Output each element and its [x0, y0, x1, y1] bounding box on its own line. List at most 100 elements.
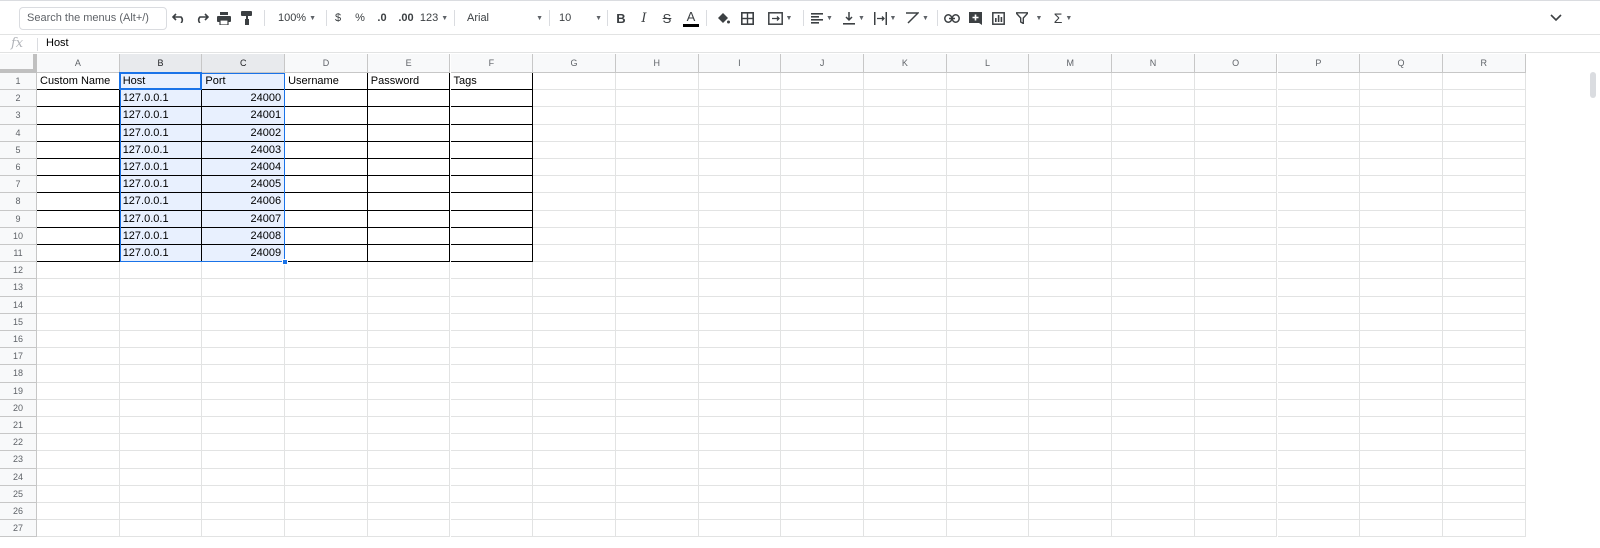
row-header-13[interactable]: 13	[0, 279, 37, 297]
row-header-18[interactable]: 18	[0, 365, 37, 383]
cell-b9[interactable]: 127.0.0.1	[119, 210, 203, 228]
cell-l9[interactable]	[946, 210, 1030, 228]
cell-k4[interactable]	[864, 124, 947, 142]
cell-n20[interactable]	[1112, 399, 1195, 417]
cell-a14[interactable]	[37, 296, 120, 314]
cell-q19[interactable]	[1360, 382, 1443, 400]
cell-b26[interactable]	[119, 503, 203, 521]
cell-b8[interactable]: 127.0.0.1	[119, 193, 203, 211]
cell-o4[interactable]	[1194, 124, 1278, 142]
cell-l15[interactable]	[946, 313, 1030, 331]
cell-f15[interactable]	[450, 313, 534, 331]
cell-o11[interactable]	[1194, 245, 1278, 263]
cell-p16[interactable]	[1277, 331, 1361, 349]
collapse-icon[interactable]	[1548, 7, 1564, 29]
cell-e4[interactable]	[367, 124, 451, 142]
cell-f3[interactable]	[450, 107, 534, 125]
cell-q12[interactable]	[1360, 262, 1443, 280]
cell-e25[interactable]	[367, 485, 451, 503]
cell-m14[interactable]	[1029, 296, 1113, 314]
cell-l3[interactable]	[946, 107, 1030, 125]
cell-e23[interactable]	[367, 451, 451, 469]
link-icon[interactable]	[943, 7, 961, 29]
cell-f6[interactable]	[450, 159, 534, 177]
cell-g9[interactable]	[533, 210, 616, 228]
cell-b24[interactable]	[119, 468, 203, 486]
cell-l5[interactable]	[946, 141, 1030, 159]
cell-n1[interactable]	[1112, 73, 1195, 91]
cell-l23[interactable]	[946, 451, 1030, 469]
cell-o18[interactable]	[1194, 365, 1278, 383]
cell-j20[interactable]	[781, 399, 864, 417]
cell-r3[interactable]	[1442, 107, 1526, 125]
cell-i27[interactable]	[698, 520, 782, 538]
cell-h27[interactable]	[615, 520, 699, 538]
cell-a9[interactable]	[37, 210, 120, 228]
cell-j11[interactable]	[781, 245, 864, 263]
bold-button[interactable]: B	[614, 7, 628, 29]
cell-b2[interactable]: 127.0.0.1	[119, 90, 203, 108]
number-format-select[interactable]: 123 ▼	[420, 7, 448, 29]
cell-q7[interactable]	[1360, 176, 1443, 194]
cell-l4[interactable]	[946, 124, 1030, 142]
cell-c27[interactable]	[202, 520, 286, 538]
cell-e24[interactable]	[367, 468, 451, 486]
paint-format-icon[interactable]	[239, 7, 255, 29]
cell-q13[interactable]	[1360, 279, 1443, 297]
cell-m20[interactable]	[1029, 399, 1113, 417]
cell-o6[interactable]	[1194, 159, 1278, 177]
currency-button[interactable]: $	[332, 7, 344, 29]
cell-n13[interactable]	[1112, 279, 1195, 297]
cell-i19[interactable]	[698, 382, 782, 400]
cell-k1[interactable]	[864, 73, 947, 91]
cell-p27[interactable]	[1277, 520, 1361, 538]
cell-h22[interactable]	[615, 434, 699, 452]
cell-d7[interactable]	[285, 176, 368, 194]
cell-e19[interactable]	[367, 382, 451, 400]
cell-r12[interactable]	[1442, 262, 1526, 280]
cell-h2[interactable]	[615, 90, 699, 108]
cell-k12[interactable]	[864, 262, 947, 280]
cell-e22[interactable]	[367, 434, 451, 452]
cell-q20[interactable]	[1360, 399, 1443, 417]
column-header-i[interactable]: I	[698, 54, 782, 73]
row-header-8[interactable]: 8	[0, 193, 37, 211]
cell-b7[interactable]: 127.0.0.1	[119, 176, 203, 194]
row-header-20[interactable]: 20	[0, 399, 37, 417]
cell-m21[interactable]	[1029, 417, 1113, 435]
cell-d14[interactable]	[285, 296, 368, 314]
cell-o26[interactable]	[1194, 503, 1278, 521]
cell-p18[interactable]	[1277, 365, 1361, 383]
cell-l27[interactable]	[946, 520, 1030, 538]
cell-k24[interactable]	[864, 468, 947, 486]
strikethrough-button[interactable]: S	[660, 7, 674, 29]
cell-e10[interactable]	[367, 227, 451, 245]
cell-h8[interactable]	[615, 193, 699, 211]
cell-q24[interactable]	[1360, 468, 1443, 486]
cell-p6[interactable]	[1277, 159, 1361, 177]
cell-d18[interactable]	[285, 365, 368, 383]
cell-i13[interactable]	[698, 279, 782, 297]
cell-j2[interactable]	[781, 90, 864, 108]
cell-n14[interactable]	[1112, 296, 1195, 314]
cell-m7[interactable]	[1029, 176, 1113, 194]
row-header-27[interactable]: 27	[0, 520, 37, 538]
increase-decimal-button[interactable]: .00	[396, 7, 416, 29]
cell-g13[interactable]	[533, 279, 616, 297]
cell-p3[interactable]	[1277, 107, 1361, 125]
cell-n16[interactable]	[1112, 331, 1195, 349]
cell-n4[interactable]	[1112, 124, 1195, 142]
cell-r7[interactable]	[1442, 176, 1526, 194]
cell-c12[interactable]	[202, 262, 286, 280]
column-header-h[interactable]: H	[615, 54, 699, 73]
cell-j7[interactable]	[781, 176, 864, 194]
cell-m4[interactable]	[1029, 124, 1113, 142]
cell-i2[interactable]	[698, 90, 782, 108]
cell-r18[interactable]	[1442, 365, 1526, 383]
cell-n12[interactable]	[1112, 262, 1195, 280]
cell-e11[interactable]	[367, 245, 451, 263]
column-header-r[interactable]: R	[1442, 54, 1526, 73]
cell-j1[interactable]	[781, 73, 864, 91]
cell-d24[interactable]	[285, 468, 368, 486]
cell-b15[interactable]	[119, 313, 203, 331]
